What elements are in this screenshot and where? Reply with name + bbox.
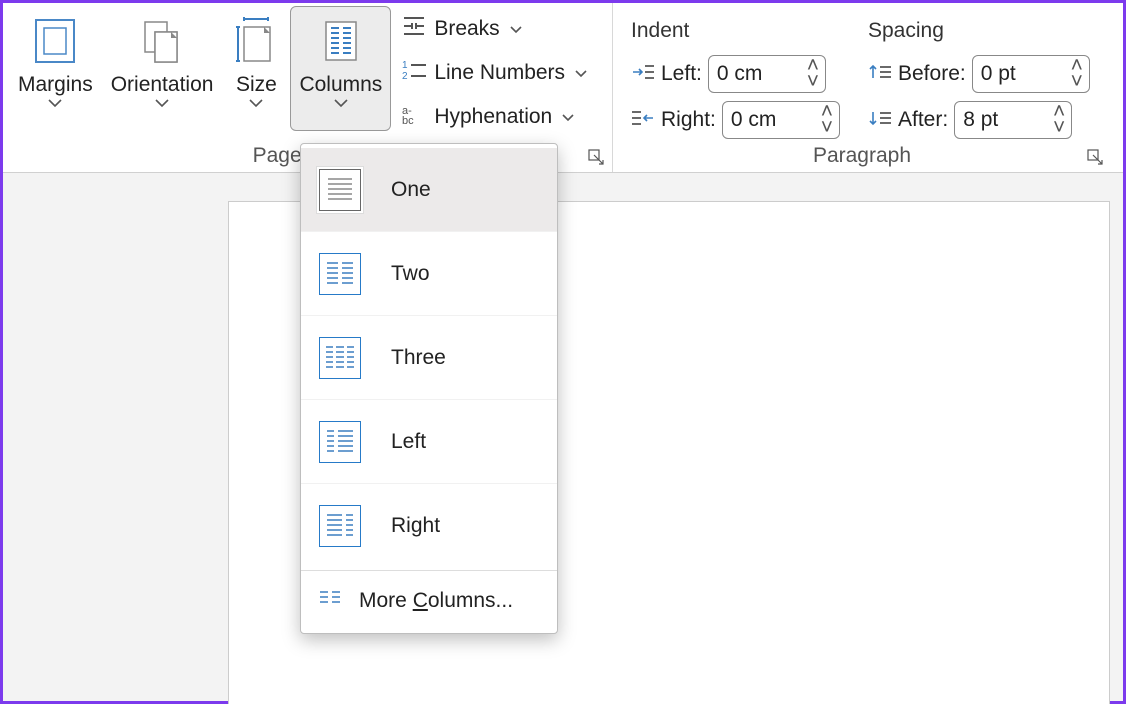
columns-option-right[interactable]: Right [301, 484, 557, 568]
more-columns-icon [319, 589, 341, 613]
breaks-button[interactable]: Breaks [394, 9, 595, 49]
hyphenation-label: Hyphenation [434, 105, 552, 129]
indent-right-icon [631, 108, 655, 133]
columns-option-label: Three [391, 346, 446, 370]
chevron-down-icon [510, 25, 522, 34]
columns-two-icon [319, 253, 361, 295]
indent-left-icon [631, 62, 655, 87]
breaks-label: Breaks [434, 17, 499, 41]
indent-right-label: Right: [661, 108, 716, 132]
columns-option-label: Right [391, 514, 440, 538]
columns-option-label: Two [391, 262, 430, 286]
spacing-after-spinbox[interactable]: ˄˅ [954, 101, 1072, 139]
columns-option-one[interactable]: One [301, 148, 557, 232]
svg-text:2: 2 [402, 71, 408, 81]
columns-option-three[interactable]: Three [301, 316, 557, 400]
columns-button[interactable]: Columns [290, 6, 391, 131]
more-columns-button[interactable]: More Columns... [301, 573, 557, 629]
spacing-after-input[interactable] [963, 108, 1033, 132]
page-setup-dialog-launcher[interactable] [588, 149, 604, 165]
indent-right-input[interactable] [731, 108, 801, 132]
breaks-icon [402, 15, 426, 43]
spin-down[interactable]: ˅ [1067, 74, 1087, 90]
orientation-icon [137, 13, 187, 69]
spin-down[interactable]: ˅ [817, 120, 837, 136]
spacing-before-label: Before: [898, 62, 966, 86]
columns-option-label: One [391, 178, 431, 202]
indent-left-label: Left: [661, 62, 702, 86]
margins-button[interactable]: Margins [9, 6, 102, 131]
spin-down[interactable]: ˅ [803, 74, 823, 90]
svg-text:bc: bc [402, 115, 414, 125]
spacing-after-label: After: [898, 108, 948, 132]
chevron-down-icon [575, 69, 587, 78]
chevron-down-icon [562, 113, 574, 122]
indent-left-spinbox[interactable]: ˄˅ [708, 55, 826, 93]
columns-label: Columns [299, 73, 382, 97]
size-label: Size [236, 73, 277, 97]
orientation-button[interactable]: Orientation [102, 6, 223, 131]
svg-text:1: 1 [402, 60, 408, 71]
columns-icon [316, 13, 366, 69]
line-numbers-label: Line Numbers [434, 61, 565, 85]
hyphenation-icon: a-bc [402, 103, 426, 131]
indent-left-input[interactable] [717, 62, 787, 86]
line-numbers-button[interactable]: 12 Line Numbers [394, 53, 595, 93]
chevron-down-icon [155, 98, 169, 108]
chevron-down-icon [249, 98, 263, 108]
size-icon [231, 13, 281, 69]
columns-left-icon [319, 421, 361, 463]
hyphenation-button[interactable]: a-bc Hyphenation [394, 97, 595, 137]
spacing-before-icon [868, 62, 892, 87]
columns-option-left[interactable]: Left [301, 400, 557, 484]
indent-header: Indent [631, 19, 689, 43]
paragraph-dialog-launcher[interactable] [1087, 149, 1103, 165]
spacing-after-icon [868, 108, 892, 133]
document-area[interactable] [3, 173, 1123, 701]
columns-one-icon [319, 169, 361, 211]
spacing-header: Spacing [868, 19, 944, 43]
chevron-down-icon [334, 98, 348, 108]
size-button[interactable]: Size [222, 6, 290, 131]
columns-dropdown: One Two Three Left Right More Columns... [300, 143, 558, 634]
columns-right-icon [319, 505, 361, 547]
group-label-paragraph: Paragraph [813, 144, 911, 168]
indent-right-spinbox[interactable]: ˄˅ [722, 101, 840, 139]
line-numbers-icon: 12 [402, 59, 426, 87]
spacing-before-input[interactable] [981, 62, 1051, 86]
columns-option-label: Left [391, 430, 426, 454]
margins-label: Margins [18, 73, 93, 97]
spacing-before-spinbox[interactable]: ˄˅ [972, 55, 1090, 93]
columns-option-two[interactable]: Two [301, 232, 557, 316]
columns-three-icon [319, 337, 361, 379]
more-columns-label: More Columns... [359, 589, 513, 613]
margins-icon [30, 13, 80, 69]
chevron-down-icon [48, 98, 62, 108]
menu-separator [301, 570, 557, 571]
spin-down[interactable]: ˅ [1049, 120, 1069, 136]
orientation-label: Orientation [111, 73, 214, 97]
